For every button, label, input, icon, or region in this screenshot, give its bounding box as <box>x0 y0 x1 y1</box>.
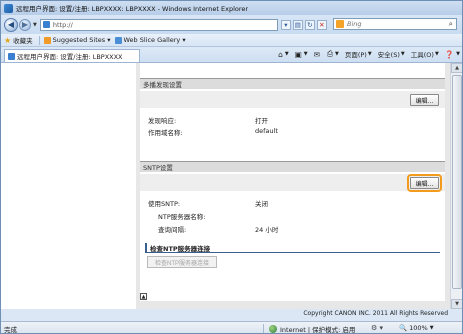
check-ntp-connection-button: 检查NTP服务器连接 <box>147 256 217 268</box>
stop-icon[interactable]: ✕ <box>316 19 327 30</box>
copyright-text: Copyright CANON INC. 2011 All Rights Res… <box>303 310 448 317</box>
history-dropdown-icon[interactable]: ▼ <box>33 22 37 28</box>
address-bar[interactable] <box>39 18 278 31</box>
page-content: 多播发现设置 编辑... 发现响应: 打开 作用域名称: default SNT… <box>1 62 462 317</box>
divider <box>38 35 40 45</box>
vertical-scrollbar[interactable]: ▲ ▼ <box>450 63 462 309</box>
forward-button[interactable]: ▶ <box>19 18 31 31</box>
zoom-control[interactable]: 🔍 100% ▼ <box>399 324 434 332</box>
address-input[interactable] <box>52 20 253 29</box>
ntp-server-name-label: NTP服务器名称: <box>158 213 206 221</box>
scope-name-value: default <box>255 127 278 135</box>
tab-bar: 远程用户界面: 设置/注册: LBPXXXX ⌂ ▼ ▣ ▼ ✉ ⎙ ▼ 页面(P) ▼… <box>1 47 462 62</box>
security-zone[interactable]: Internet | 保护模式: 启用 <box>269 324 356 334</box>
mail-button[interactable]: ✉ <box>314 50 321 59</box>
mail-icon: ✉ <box>313 49 320 59</box>
suggested-sites-label: Suggested Sites ▾ <box>52 36 111 44</box>
printer-icon: ⎙ <box>326 49 333 58</box>
print-button[interactable]: ⎙ ▼ <box>327 49 339 59</box>
scroll-down-icon[interactable]: ▼ <box>451 299 462 309</box>
compatibility-view-icon[interactable]: ▤ <box>292 19 303 30</box>
multicast-section-header: 多播发现设置 <box>140 78 445 89</box>
discovery-response-value: 打开 <box>255 117 268 125</box>
zoom-icon: 🔍 <box>399 324 408 332</box>
safety-menu-label: 安全(S) <box>377 51 400 59</box>
suggested-sites-icon <box>43 36 51 44</box>
tools-menu[interactable]: 工具(O) ▼ <box>411 49 439 59</box>
tools-menu-label: 工具(O) <box>410 51 434 59</box>
use-sntp-label: 使用SNTP: <box>148 200 181 208</box>
search-icon[interactable]: ⌕ <box>449 19 453 29</box>
search-box[interactable]: ⌕ <box>333 18 457 30</box>
multicast-section-title: 多播发现设置 <box>143 81 182 89</box>
ie-app-icon <box>4 3 13 13</box>
web-slice-gallery-link[interactable]: Web Slice Gallery ▾ <box>114 36 186 44</box>
back-button[interactable]: ◀ <box>4 17 18 32</box>
polling-interval-label: 查询间隔: <box>158 226 187 234</box>
suggested-sites-link[interactable]: Suggested Sites ▾ <box>43 36 111 44</box>
zone-label: Internet | 保护模式: 启用 <box>280 326 356 334</box>
scope-name-label: 作用域名称: <box>148 129 183 137</box>
home-button[interactable]: ⌂ ▼ <box>278 50 289 59</box>
use-sntp-value: 关闭 <box>255 200 268 208</box>
discovery-response-label: 发现响应: <box>148 117 177 125</box>
forward-arrow-icon: ▶ <box>21 20 29 29</box>
help-icon: ❓ <box>444 49 455 59</box>
back-to-top-icon[interactable]: ▲ <box>140 293 147 300</box>
address-row: ◀ ▶ ▼ ▾ ▤ ↻ ✕ ⌕ <box>1 15 462 34</box>
rss-icon: ▣ <box>294 49 302 59</box>
help-button[interactable]: ❓ ▼ <box>445 50 460 59</box>
star-icon: ★ <box>4 35 12 45</box>
feeds-button[interactable]: ▣ ▼ <box>295 50 308 59</box>
web-slice-label: Web Slice Gallery ▾ <box>123 36 186 44</box>
status-text: 完成 <box>4 325 17 334</box>
title-bar: 远程用户界面: 设置/注册: LBPXXXX: LBPXXXX - Window… <box>1 1 462 15</box>
browser-window: 远程用户界面: 设置/注册: LBPXXXX: LBPXXXX - Window… <box>0 0 463 334</box>
web-slice-icon <box>114 36 122 44</box>
polling-interval-value: 24 小时 <box>255 226 279 234</box>
address-dropdown-icon[interactable]: ▾ <box>280 19 291 30</box>
bing-logo-icon <box>336 20 344 28</box>
left-panel <box>1 63 136 309</box>
multicast-edit-bar: 编辑... <box>140 91 445 108</box>
status-bar: 完成 Internet | 保护模式: 启用 ⚙ ▾ 🔍 100% ▼ <box>1 321 462 334</box>
tab-remote-ui[interactable]: 远程用户界面: 设置/注册: LBPXXXX <box>4 49 140 62</box>
multicast-edit-button[interactable]: 编辑... <box>410 94 439 106</box>
sntp-section-header: SNTP设置 <box>140 161 445 172</box>
status-tools-icon[interactable]: ⚙ ▾ <box>371 324 383 332</box>
command-bar: ⌂ ▼ ▣ ▼ ✉ ⎙ ▼ 页面(P) ▼ 安全(S) ▼ 工具(O) ▼ ❓ ▼ <box>272 49 460 59</box>
tab-page-icon <box>8 52 15 60</box>
page-icon <box>42 21 50 28</box>
safety-menu[interactable]: 安全(S) ▼ <box>378 49 405 59</box>
sntp-edit-button[interactable]: 编辑... <box>407 174 442 192</box>
page-menu[interactable]: 页面(P) ▼ <box>345 49 372 59</box>
favorites-bar: ★ 收藏夹 Suggested Sites ▾ Web Slice Galler… <box>1 34 462 47</box>
page-menu-label: 页面(P) <box>344 51 367 59</box>
back-arrow-icon: ◀ <box>7 20 15 29</box>
sntp-section-title: SNTP设置 <box>143 164 173 172</box>
scroll-thumb[interactable] <box>452 75 462 289</box>
search-input[interactable] <box>347 20 445 28</box>
check-ntp-underline <box>145 252 440 253</box>
sntp-edit-bar: 编辑... <box>140 174 445 192</box>
scroll-up-icon[interactable]: ▲ <box>451 63 462 73</box>
zoom-level: 100% <box>409 324 428 332</box>
divider <box>263 324 264 333</box>
window-title: 远程用户界面: 设置/注册: LBPXXXX: LBPXXXX - Window… <box>16 5 249 13</box>
globe-icon <box>269 325 277 333</box>
home-icon: ⌂ <box>278 49 283 59</box>
favorites-button[interactable]: ★ 收藏夹 <box>4 35 33 46</box>
tab-title: 远程用户界面: 设置/注册: LBPXXXX <box>17 53 123 61</box>
favorites-label: 收藏夹 <box>13 37 33 45</box>
refresh-icon[interactable]: ↻ <box>304 19 315 30</box>
